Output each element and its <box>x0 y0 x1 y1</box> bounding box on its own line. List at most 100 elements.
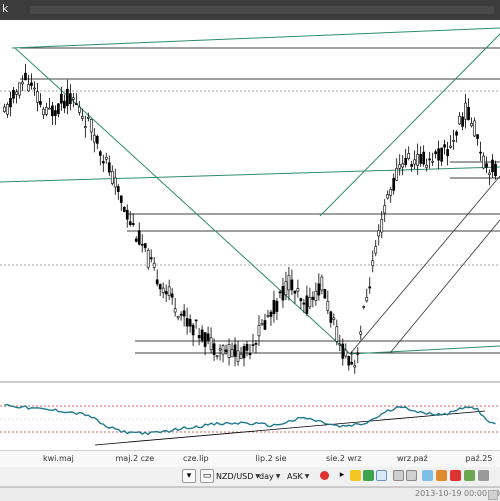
candle-body[interactable] <box>326 301 330 311</box>
candle-body[interactable] <box>413 159 417 165</box>
candle-body[interactable] <box>18 82 21 96</box>
candle-body[interactable] <box>170 293 174 298</box>
resize-grip-icon[interactable] <box>488 490 498 500</box>
more-arrow-icon[interactable]: ▸ <box>336 469 348 481</box>
candle-body[interactable] <box>36 91 39 103</box>
candle-body[interactable] <box>458 115 461 125</box>
candle-body[interactable] <box>45 107 48 115</box>
candle-body[interactable] <box>197 335 201 339</box>
candle-chart-icon[interactable] <box>363 470 374 481</box>
candle-body[interactable] <box>236 350 240 362</box>
candle-body[interactable] <box>437 148 440 161</box>
candle-body[interactable] <box>125 209 129 220</box>
candle-body[interactable] <box>119 195 123 203</box>
candle-body[interactable] <box>419 153 423 164</box>
candle-body[interactable] <box>356 352 360 355</box>
candle-body[interactable] <box>314 290 318 301</box>
candle-body[interactable] <box>185 318 189 327</box>
candle-body[interactable] <box>72 97 75 100</box>
symbol-select[interactable]: NZD/USD ▼ <box>216 470 260 482</box>
candle-body[interactable] <box>57 103 60 115</box>
lock-icon[interactable]: ▭ <box>200 469 214 483</box>
candle-body[interactable] <box>86 117 90 119</box>
candle-body[interactable] <box>107 162 111 173</box>
candle-body[interactable] <box>257 325 261 337</box>
candle-body[interactable] <box>422 151 425 165</box>
line-chart-icon[interactable] <box>376 470 387 481</box>
crosshair-icon[interactable] <box>436 470 447 481</box>
candle-body[interactable] <box>410 164 414 167</box>
candle-body[interactable] <box>416 154 420 166</box>
candle-body[interactable] <box>347 356 351 366</box>
candle-body[interactable] <box>245 344 249 351</box>
candle-body[interactable] <box>368 286 372 289</box>
candle-body[interactable] <box>338 343 342 346</box>
candle-body[interactable] <box>350 361 354 365</box>
candle-body[interactable] <box>101 161 105 164</box>
candle-body[interactable] <box>63 100 66 109</box>
candle-body[interactable] <box>122 206 126 212</box>
candle-body[interactable] <box>284 281 288 296</box>
candle-body[interactable] <box>233 344 237 357</box>
candle-body[interactable] <box>164 291 168 295</box>
candle-body[interactable] <box>248 353 252 355</box>
candle-body[interactable] <box>485 163 488 168</box>
candle-body[interactable] <box>407 153 411 160</box>
candle-body[interactable] <box>320 276 324 291</box>
candle-body[interactable] <box>89 119 93 133</box>
candle-body[interactable] <box>308 296 312 308</box>
candle-body[interactable] <box>215 355 219 357</box>
candle-body[interactable] <box>131 223 135 225</box>
candle-body[interactable] <box>167 286 171 296</box>
candle-body[interactable] <box>272 299 276 315</box>
candle-body[interactable] <box>239 353 243 359</box>
candle-body[interactable] <box>470 123 473 127</box>
candle-body[interactable] <box>476 134 479 139</box>
candle-body[interactable] <box>428 158 431 161</box>
candle-body[interactable] <box>341 343 345 359</box>
candle-body[interactable] <box>473 120 476 137</box>
candle-body[interactable] <box>269 311 273 317</box>
candle-body[interactable] <box>179 313 183 316</box>
candle-body[interactable] <box>54 110 57 116</box>
candle-body[interactable] <box>75 103 78 105</box>
candle-body[interactable] <box>479 151 482 154</box>
candle-body[interactable] <box>383 205 387 214</box>
candle-body[interactable] <box>293 290 297 294</box>
candle-body[interactable] <box>116 186 120 192</box>
candle-body[interactable] <box>200 329 204 341</box>
candle-body[interactable] <box>158 284 162 290</box>
candle-body[interactable] <box>278 291 282 294</box>
candle-body[interactable] <box>449 145 452 148</box>
candle-body[interactable] <box>137 230 141 245</box>
candle-body[interactable] <box>299 298 303 302</box>
candle-body[interactable] <box>404 157 408 165</box>
candle-body[interactable] <box>12 89 15 99</box>
candle-body[interactable] <box>33 87 36 90</box>
period-select[interactable]: day ▼ <box>259 470 280 482</box>
candle-body[interactable] <box>425 164 428 168</box>
candle-body[interactable] <box>92 134 96 143</box>
candle-body[interactable] <box>128 221 132 225</box>
dropdown-arrow-icon[interactable]: ▾ <box>182 469 196 483</box>
candle-body[interactable] <box>281 285 285 301</box>
candle-body[interactable] <box>380 219 384 233</box>
candle-body[interactable] <box>374 246 378 254</box>
candle-body[interactable] <box>371 260 375 266</box>
candle-body[interactable] <box>39 101 42 105</box>
candle-body[interactable] <box>30 82 33 86</box>
candle-body[interactable] <box>317 283 321 296</box>
candle-body[interactable] <box>6 104 9 115</box>
candle-body[interactable] <box>263 320 267 330</box>
candle-body[interactable] <box>266 315 270 317</box>
candle-body[interactable] <box>305 295 309 314</box>
candle-body[interactable] <box>69 93 72 104</box>
candle-body[interactable] <box>494 163 497 177</box>
candle-body[interactable] <box>335 326 339 342</box>
record-icon[interactable] <box>320 471 329 480</box>
settings-icon[interactable] <box>478 470 489 481</box>
candle-body[interactable] <box>161 287 165 293</box>
candle-body[interactable] <box>290 279 294 291</box>
candle-body[interactable] <box>431 160 434 163</box>
candle-body[interactable] <box>191 324 195 336</box>
